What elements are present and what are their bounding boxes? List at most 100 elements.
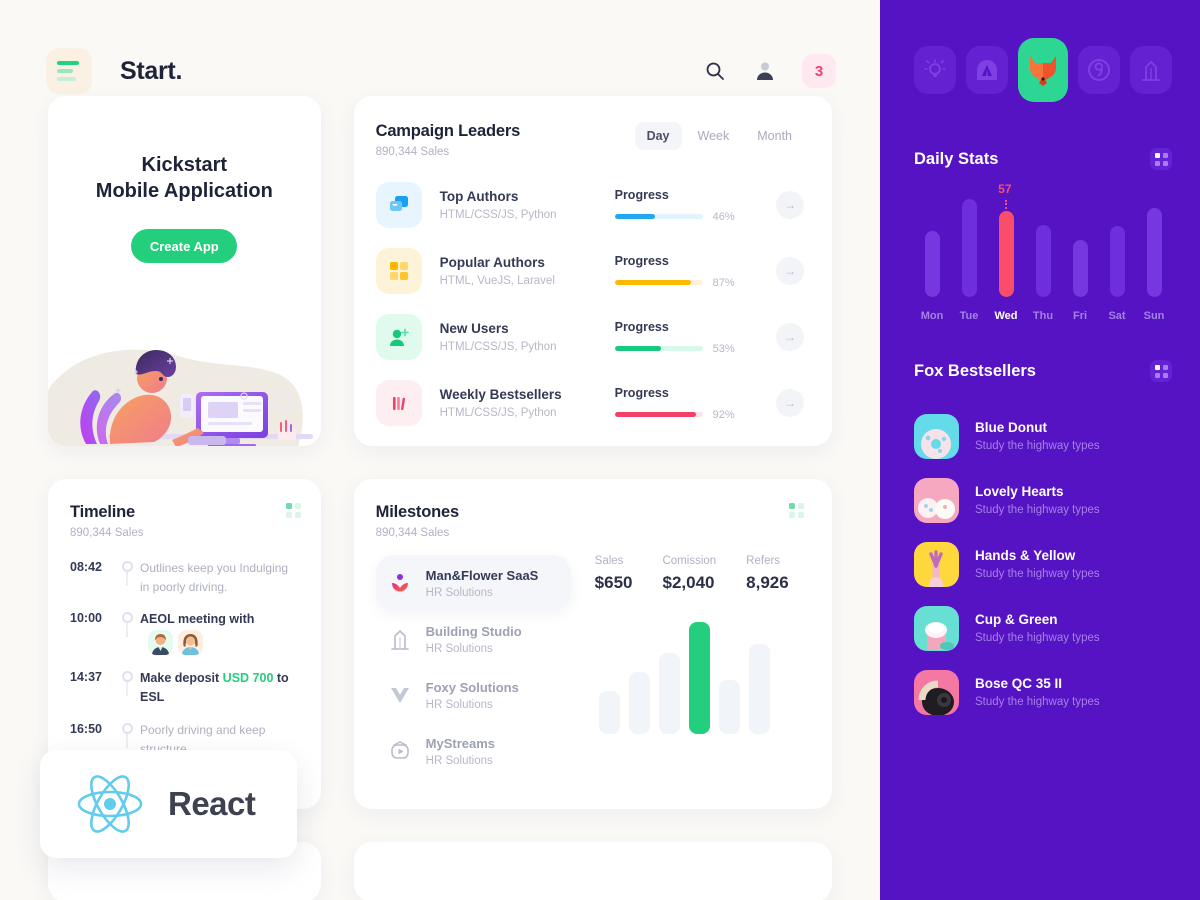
bottom-card-right — [353, 842, 832, 900]
campaign-row[interactable]: New Users HTML/CSS/JS, Python Progress 5… — [375, 304, 804, 370]
dashboard-root: Start. 3 Kickstart Mobile Application Cr… — [0, 0, 1200, 900]
daily-stats-label: Sat — [1108, 310, 1126, 322]
chat-bubbles-icon — [375, 182, 422, 228]
bestseller-row[interactable]: Blue Donut Study the highway types — [914, 404, 1172, 468]
milestone-company-row[interactable]: MyStreams HR Solutions — [376, 723, 581, 779]
milestones-bar — [718, 680, 740, 734]
arrow-badge-icon[interactable] — [966, 46, 1009, 94]
react-atom-icon — [77, 775, 143, 833]
grid-dots-icon[interactable] — [789, 503, 804, 518]
bestseller-text: Cup & Green Study the highway types — [975, 612, 1100, 644]
timeline-entry: 10:00 AEOL meeting with — [70, 610, 301, 668]
grid-dots-icon[interactable] — [1150, 360, 1172, 382]
grid-dots-icon[interactable] — [1150, 148, 1172, 170]
react-badge[interactable]: React — [40, 750, 297, 858]
search-icon[interactable] — [702, 58, 728, 84]
timeline-time: 16:50 — [70, 722, 102, 737]
progress-bar: 92% — [614, 409, 755, 421]
milestone-stat: Refers 8,926 — [746, 555, 789, 593]
milestone-company-row[interactable]: Building Studio HR Solutions — [376, 611, 581, 667]
daily-stats-bar — [961, 199, 977, 297]
milestone-company-row[interactable]: Foxy Solutions HR Solutions — [376, 667, 581, 723]
building-icon[interactable] — [1129, 46, 1172, 94]
milestone-company-sub: HR Solutions — [425, 586, 493, 599]
hamburger-logo-icon[interactable] — [46, 48, 92, 94]
milestone-stat-value: $2,040 — [662, 573, 715, 592]
react-label: React — [168, 785, 256, 822]
bestseller-sub: Study the highway types — [975, 696, 1100, 708]
chevron-right-icon[interactable]: → — [776, 323, 804, 351]
add-user-icon — [375, 314, 422, 360]
page-title: Start. — [120, 56, 183, 85]
building-icon — [386, 628, 414, 650]
top-bar-actions: 3 — [702, 54, 836, 88]
progress-percent: 53% — [712, 342, 735, 355]
timeline-text-pre: Make deposit — [140, 670, 223, 685]
milestone-stat-label: Comission — [662, 555, 717, 567]
timeline-time: 08:42 — [70, 560, 102, 574]
bestseller-row[interactable]: Cup & Green Study the highway types — [914, 596, 1172, 660]
daily-stats-bar — [1072, 239, 1088, 297]
kickstart-title-line1: Kickstart — [141, 154, 228, 176]
grid-dots-icon[interactable] — [285, 503, 301, 518]
create-app-button[interactable]: Create App — [131, 229, 238, 263]
books-icon — [375, 380, 422, 426]
bestseller-sub: Study the highway types — [975, 568, 1100, 580]
campaign-subtitle: 890,344 Sales — [375, 146, 450, 158]
daily-stats-title: Daily Stats — [914, 149, 999, 168]
timeline-text: Outlines keep you Indulging in poorly dr… — [140, 561, 289, 594]
bestsellers-list: Blue Donut Study the highway types Lovely … — [914, 404, 1172, 724]
campaign-progress-label: Progress — [614, 385, 669, 400]
daily-stats-column: Wed — [988, 211, 1024, 322]
right-sidebar: Daily Stats 57 Mon Tue Wed Thu Fri Sat Sun Fox … — [880, 0, 1200, 900]
fox-icon[interactable] — [1018, 38, 1068, 102]
daily-stats-label: Tue — [959, 310, 979, 322]
nine-circle-icon[interactable] — [1077, 46, 1120, 94]
campaign-name: New Users — [439, 321, 509, 336]
daily-stats-column: Fri — [1062, 239, 1098, 322]
chevron-right-icon[interactable]: → — [776, 191, 804, 219]
daily-stats-bar — [998, 211, 1014, 297]
daily-stats-label: Wed — [994, 310, 1018, 322]
daily-stats-label: Thu — [1032, 310, 1054, 322]
campaign-tech: HTML/CSS/JS, Python — [439, 407, 557, 419]
tab-week[interactable]: Week — [686, 122, 742, 150]
fox-chevron-icon — [386, 685, 414, 705]
milestone-stat-value: $650 — [594, 573, 633, 592]
bestseller-sub: Study the highway types — [975, 440, 1100, 452]
bestseller-row[interactable]: Hands & Yellow Study the highway types — [914, 532, 1172, 596]
lightbulb-icon[interactable] — [914, 46, 957, 94]
tab-day[interactable]: Day — [634, 122, 682, 150]
notification-badge[interactable]: 3 — [802, 54, 836, 88]
chevron-right-icon[interactable]: → — [776, 389, 804, 417]
milestones-title: Milestones — [375, 503, 459, 521]
timeline-marker — [114, 559, 140, 586]
bestseller-row[interactable]: Lovely Hearts Study the highway types — [914, 468, 1172, 532]
bestseller-sub: Study the highway types — [975, 632, 1100, 644]
campaign-row[interactable]: Top Authors HTML/CSS/JS, Python Progress… — [375, 172, 804, 238]
bose-headphones-thumb — [914, 669, 959, 715]
milestones-bar — [688, 622, 710, 734]
logo-bar-2 — [57, 69, 73, 73]
chevron-right-icon[interactable]: → — [776, 257, 804, 285]
avatar-female — [178, 629, 203, 655]
campaign-name-group: Popular Authors HTML, VueJS, Laravel — [440, 255, 615, 287]
milestones-bar — [598, 691, 620, 734]
tab-month[interactable]: Month — [745, 122, 804, 150]
milestone-company-row[interactable]: Man&Flower SaaS HR Solutions — [375, 555, 571, 611]
milestone-company-name: Building Studio — [425, 623, 522, 639]
kickstart-card: Kickstart Mobile Application Create App — [48, 96, 321, 446]
campaign-name: Weekly Bestsellers — [439, 387, 562, 402]
milestone-company-name: Foxy Solutions — [425, 679, 519, 695]
daily-stats-column: Sat — [1099, 226, 1135, 322]
campaign-row[interactable]: Weekly Bestsellers HTML/CSS/JS, Python P… — [375, 370, 804, 436]
lovely-hearts-thumb — [914, 477, 959, 523]
user-icon[interactable] — [752, 58, 778, 84]
daily-stats-column: Sun — [1136, 208, 1172, 322]
daily-stats-header: Daily Stats — [914, 148, 1172, 170]
campaign-row[interactable]: Popular Authors HTML, VueJS, Laravel Pro… — [375, 238, 804, 304]
daily-stats-peak-value: 57 — [998, 182, 1012, 196]
bestseller-text: Hands & Yellow Study the highway types — [975, 548, 1100, 580]
bestseller-name: Blue Donut — [975, 420, 1047, 435]
bestseller-row[interactable]: Bose QC 35 II Study the highway types — [914, 660, 1172, 724]
